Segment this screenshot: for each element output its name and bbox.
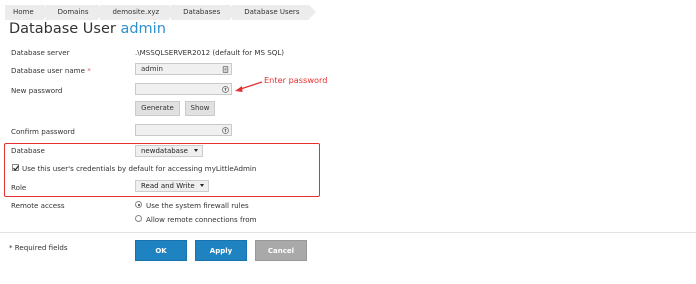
new-password-label: New password bbox=[11, 86, 63, 95]
page-title-prefix: Database User bbox=[9, 21, 121, 37]
database-select-value: newdatabase bbox=[141, 147, 188, 155]
radio-allow-remote-label: Allow remote connections from bbox=[146, 215, 257, 224]
use-credentials-label: Use this user's credentials by default f… bbox=[22, 164, 257, 173]
breadcrumb-domains[interactable]: Domains bbox=[45, 5, 106, 20]
divider bbox=[0, 232, 696, 233]
page-title-user: admin bbox=[120, 21, 166, 37]
keyboard-icon[interactable] bbox=[222, 65, 229, 73]
database-user-name-field[interactable]: admin bbox=[135, 63, 232, 75]
confirm-password-label: Confirm password bbox=[11, 127, 75, 136]
required-mark: * bbox=[87, 66, 91, 75]
database-server-label: Database server bbox=[11, 48, 70, 57]
role-select[interactable]: Read and Write bbox=[135, 180, 209, 192]
apply-button[interactable]: Apply bbox=[195, 240, 247, 261]
show-button[interactable]: Show bbox=[185, 101, 215, 116]
confirm-password-field[interactable] bbox=[135, 124, 232, 136]
generate-button[interactable]: Generate bbox=[135, 101, 180, 116]
role-label: Role bbox=[11, 183, 27, 192]
key-icon[interactable] bbox=[222, 126, 229, 134]
arrow-icon bbox=[235, 81, 263, 92]
role-select-value: Read and Write bbox=[141, 182, 195, 190]
cancel-button[interactable]: Cancel bbox=[255, 240, 307, 261]
required-fields-note: * Required fields bbox=[9, 243, 68, 252]
radio-firewall-rules-label: Use the system firewall rules bbox=[146, 201, 249, 210]
key-icon[interactable] bbox=[222, 85, 229, 93]
database-user-name-label: Database user name * bbox=[11, 66, 91, 75]
enter-password-annotation: Enter password bbox=[264, 75, 328, 85]
new-password-field[interactable] bbox=[135, 83, 232, 95]
breadcrumb-databases[interactable]: Databases bbox=[171, 5, 238, 20]
radio-firewall-rules[interactable] bbox=[135, 201, 142, 208]
page-title: Database User admin bbox=[9, 21, 166, 37]
breadcrumb-database-users[interactable]: Database Users bbox=[232, 5, 317, 20]
database-select[interactable]: newdatabase bbox=[135, 145, 203, 157]
chevron-down-icon bbox=[200, 184, 204, 187]
database-label: Database bbox=[11, 146, 45, 155]
breadcrumb-domain[interactable]: demosite.xyz bbox=[100, 5, 176, 20]
breadcrumb: Home Domains demosite.xyz Databases Data… bbox=[5, 5, 317, 20]
checkmark-icon bbox=[13, 165, 20, 171]
ok-button[interactable]: OK bbox=[135, 240, 187, 261]
radio-allow-remote[interactable] bbox=[135, 215, 142, 222]
breadcrumb-home[interactable]: Home bbox=[5, 5, 51, 20]
database-user-name-value: admin bbox=[141, 65, 163, 73]
remote-access-label: Remote access bbox=[11, 201, 65, 210]
chevron-down-icon bbox=[194, 149, 198, 152]
use-credentials-checkbox[interactable] bbox=[12, 164, 20, 171]
database-server-value: .\MSSQLSERVER2012 (default for MS SQL) bbox=[135, 48, 285, 57]
database-user-name-label-text: Database user name bbox=[11, 66, 85, 75]
